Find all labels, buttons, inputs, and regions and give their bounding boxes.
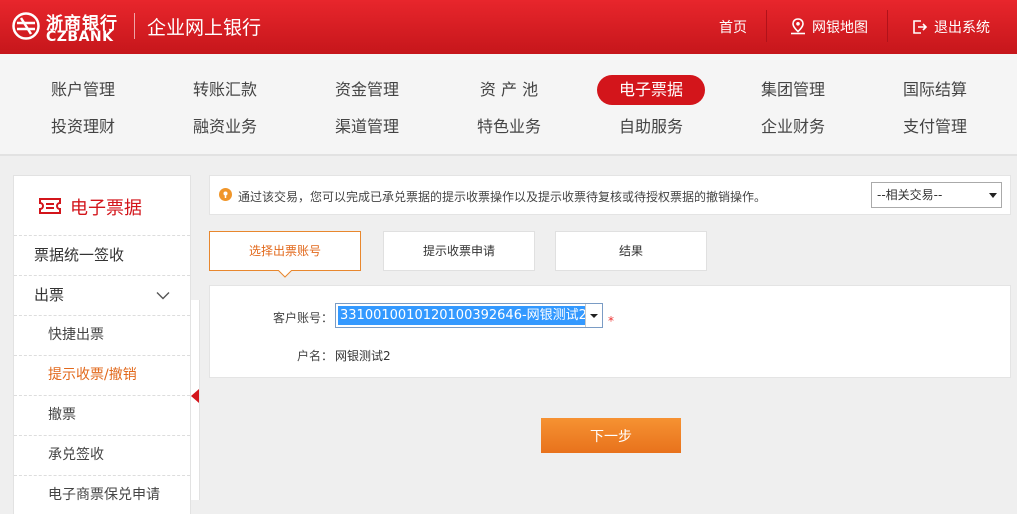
czbank-logo-icon	[12, 12, 40, 40]
step-select-account: 选择出票账号	[209, 231, 361, 271]
ticket-icon	[39, 198, 61, 214]
account-name-label: 户名：	[296, 349, 333, 363]
header-divider	[766, 10, 767, 42]
logout-icon	[913, 20, 928, 34]
map-pin-icon	[791, 18, 805, 35]
logout-link-label: 退出系统	[934, 20, 990, 36]
nav-channel-management[interactable]: 渠道管理	[313, 112, 421, 142]
nav-account-management[interactable]: 账户管理	[29, 75, 137, 105]
home-link[interactable]: 首页	[719, 17, 747, 37]
nav-self-service[interactable]: 自助服务	[597, 112, 705, 142]
step-indicator-notch	[278, 270, 292, 278]
top-header-bar: 浙商银行 CZBANK 企业网上银行 首页 网银地图 退出系统	[0, 0, 1017, 54]
account-select[interactable]: 3310010010120100392646-网银测试2	[335, 303, 603, 328]
chevron-down-icon	[156, 292, 170, 300]
app-title: 企业网上银行	[147, 17, 262, 39]
nav-featured-business[interactable]: 特色业务	[455, 112, 563, 142]
required-marker: *	[608, 314, 614, 328]
nav-investment[interactable]: 投资理财	[29, 112, 137, 142]
sidebar-item-withdraw-bill[interactable]: 撤票	[14, 396, 190, 436]
nav-asset-pool[interactable]: 资 产 池	[455, 75, 563, 105]
header-divider	[887, 10, 888, 42]
sidebar-title: 电子票据	[70, 198, 142, 219]
account-form: 客户账号： 3310010010120100392646-网银测试2 * 户名：…	[209, 285, 1011, 378]
nav-international-settlement[interactable]: 国际结算	[881, 75, 989, 105]
sidebar: 电子票据 票据统一签收 出票 快捷出票 提示收票/撤销 撤票 承兑签收 电子商票…	[13, 175, 191, 514]
sidebar-item-guarantee-apply[interactable]: 电子商票保兑申请	[14, 476, 190, 514]
logout-link[interactable]: 退出系统	[912, 17, 990, 37]
dropdown-arrow-icon	[989, 193, 997, 198]
sidebar-item-acceptance-sign[interactable]: 承兑签收	[14, 436, 190, 476]
sidebar-item-unified-sign[interactable]: 票据统一签收	[14, 236, 190, 276]
sidebar-item-label: 出票	[34, 286, 65, 304]
nav-corporate-finance[interactable]: 企业财务	[739, 112, 847, 142]
related-transactions-value: --相关交易--	[877, 188, 943, 202]
sidebar-item-prompt-receipt[interactable]: 提示收票/撤销	[14, 356, 190, 396]
step-result: 结果	[555, 231, 707, 271]
nav-financing[interactable]: 融资业务	[171, 112, 279, 142]
account-label: 客户账号：	[272, 311, 333, 325]
nav-group-management[interactable]: 集团管理	[739, 75, 847, 105]
brand-divider	[134, 13, 135, 39]
related-transactions-select[interactable]: --相关交易--	[871, 182, 1002, 208]
nav-transfer[interactable]: 转账汇款	[171, 75, 279, 105]
dropdown-arrow-icon	[590, 314, 598, 318]
bank-logo[interactable]: 浙商银行 CZBANK	[12, 7, 124, 47]
sidebar-item-issue-bill[interactable]: 出票	[14, 276, 190, 316]
main-navigation: 账户管理 转账汇款 资金管理 资 产 池 电子票据 集团管理 国际结算 投资理财…	[0, 54, 1017, 156]
account-name-value: 网银测试2	[335, 349, 391, 363]
sidebar-item-quick-issue[interactable]: 快捷出票	[14, 316, 190, 356]
step-prompt-receipt-apply: 提示收票申请	[383, 231, 535, 271]
map-link-label: 网银地图	[812, 20, 868, 36]
map-link[interactable]: 网银地图	[790, 17, 868, 37]
logo-english-text: CZBANK	[46, 29, 114, 45]
nav-fund-management[interactable]: 资金管理	[313, 75, 421, 105]
nav-electronic-bills[interactable]: 电子票据	[597, 75, 705, 105]
account-select-value: 3310010010120100392646-网银测试2	[338, 306, 589, 325]
nav-payment-management[interactable]: 支付管理	[881, 112, 989, 142]
info-bar: 通过该交易，您可以完成已承兑票据的提示收票操作以及提示收票待复核或待授权票据的撤…	[209, 175, 1011, 215]
account-dropdown-button[interactable]	[585, 304, 602, 327]
next-step-button[interactable]: 下一步	[541, 418, 681, 453]
active-item-pointer	[191, 389, 199, 403]
info-description: 通过该交易，您可以完成已承兑票据的提示收票操作以及提示收票待复核或待授权票据的撤…	[238, 190, 767, 204]
sidebar-header: 电子票据	[14, 176, 190, 236]
info-pin-icon	[219, 188, 232, 201]
